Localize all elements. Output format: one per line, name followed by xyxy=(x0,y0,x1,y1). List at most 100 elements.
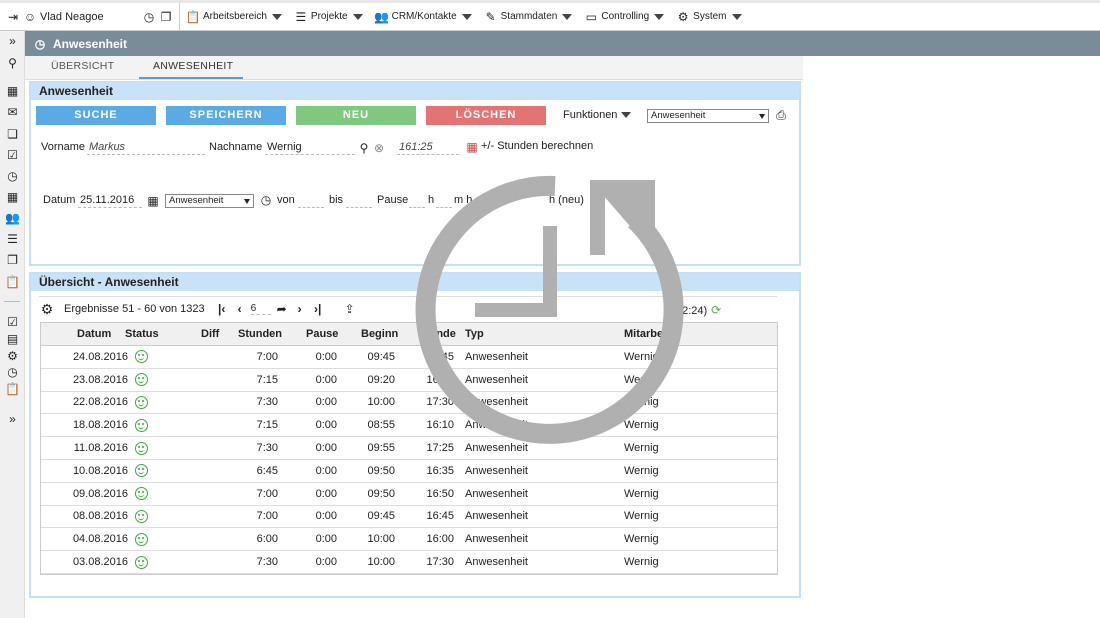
clock-icon[interactable]: ◷ xyxy=(5,364,20,379)
refresh-icon[interactable]: ⟳ xyxy=(709,303,723,317)
clipboard-icon[interactable]: 📋 xyxy=(5,381,20,396)
new-button[interactable]: NEU xyxy=(296,106,416,125)
search-icon[interactable]: ⚲ xyxy=(357,141,371,155)
print-icon[interactable]: ⎙ xyxy=(774,108,788,122)
menu-arbeitsbereich[interactable]: 📋 Arbeitsbereich xyxy=(180,3,288,30)
page-input[interactable]: 6 xyxy=(250,303,271,315)
table-row[interactable]: 10.08.2016 6:45 0:00 09:50 16:35 Anwesenheit W… xyxy=(41,460,777,483)
cell-pause: 0:00 xyxy=(315,419,337,432)
col-typ[interactable]: Typ xyxy=(465,323,484,345)
table-row[interactable]: 04.08.2016 6:00 0:00 10:00 16:00 Anwesenheit W… xyxy=(41,528,777,552)
pause-hours-input[interactable] xyxy=(409,193,425,208)
calc-hours-label[interactable]: +/- Stunden berechnen xyxy=(481,140,593,152)
menu-controlling[interactable]: ▭ Controlling xyxy=(578,3,670,30)
cell-typ: Anwesenheit xyxy=(465,373,528,386)
col-beginn[interactable]: Beginn xyxy=(361,323,398,345)
save-button[interactable]: SPEICHERN xyxy=(166,106,286,125)
mail-icon[interactable]: ✉ xyxy=(5,104,20,119)
gears-icon[interactable]: ⚙ xyxy=(5,348,20,363)
gear-icon: ⚙ xyxy=(677,9,689,24)
tab-uebersicht[interactable]: ÜBERSICHT xyxy=(51,60,114,72)
table-row[interactable]: 08.08.2016 7:00 0:00 09:45 16:45 Anwesenheit W… xyxy=(41,506,777,529)
gear-icon[interactable]: ⚙ xyxy=(40,302,54,316)
user-menu[interactable]: ⇥ ☺ Vlad Neagoe ◷ ❐ xyxy=(0,3,180,30)
last-page-icon[interactable]: ›| xyxy=(311,302,325,316)
table-row[interactable]: 22.08.2016 7:30 0:00 10:00 17:30 Anwesenheit W… xyxy=(41,392,777,415)
col-ende[interactable]: Ende xyxy=(429,323,456,345)
status-ok-icon xyxy=(135,551,148,573)
nachname-input[interactable]: Wernig xyxy=(265,140,355,155)
prev-page-icon[interactable]: ‹ xyxy=(233,302,247,316)
col-stunden[interactable]: Stunden xyxy=(238,323,282,345)
contacts-icon: 👥 xyxy=(374,9,390,24)
datum-input[interactable]: 25.11.2016 xyxy=(78,193,142,208)
tab-anwesenheit[interactable]: ANWESENHEIT xyxy=(153,60,233,72)
status-ok-icon xyxy=(135,437,148,459)
windows-icon[interactable]: ❐ xyxy=(159,10,173,24)
von-input[interactable] xyxy=(298,193,324,208)
goto-page-icon[interactable]: ➦ xyxy=(275,302,289,316)
pause-minutes-input[interactable] xyxy=(436,193,452,208)
col-mitarbeiter[interactable]: Mitarbeiter xyxy=(624,323,680,345)
table-row[interactable]: 03.08.2016 7:30 0:00 10:00 17:30 Anwesenheit W… xyxy=(41,551,777,574)
calendar-check-icon[interactable]: ☑ xyxy=(5,314,20,329)
col-datum[interactable]: Datum xyxy=(77,323,111,345)
calendar-icon[interactable]: ▦ xyxy=(465,140,479,154)
clear-icon[interactable]: ⊗ xyxy=(372,141,386,155)
export-icon[interactable]: ⇪ xyxy=(343,302,357,316)
cell-mitarbeiter: Wernig xyxy=(624,556,659,569)
results-label: Ergebnisse 51 - 60 von 1323 xyxy=(64,303,205,315)
table-row[interactable]: 24.08.2016 7:00 0:00 09:45 16:45 Anwesenheit W… xyxy=(41,346,777,369)
menu-stammdaten[interactable]: ✎ Stammdaten xyxy=(478,3,579,30)
search-icon[interactable]: ⚲ xyxy=(5,55,20,70)
menu-crm[interactable]: 👥 CRM/Kontakte xyxy=(369,3,478,30)
table-row[interactable]: 11.08.2016 7:30 0:00 09:55 17:25 Anwesenheit W… xyxy=(41,437,777,460)
total-hours-text: 12:24) xyxy=(676,305,708,317)
bis-input[interactable] xyxy=(346,193,372,208)
col-pause[interactable]: Pause xyxy=(306,323,338,345)
cell-typ: Anwesenheit xyxy=(465,350,528,363)
logout-icon[interactable]: ⇥ xyxy=(6,10,20,24)
next-page-icon[interactable]: › xyxy=(293,302,307,316)
clock-icon[interactable]: ◷ xyxy=(259,193,273,207)
delete-button[interactable]: LÖSCHEN xyxy=(426,106,546,125)
calendar-icon[interactable]: ▦ xyxy=(5,83,20,98)
menu-label: Controlling xyxy=(601,11,650,22)
expand-icon[interactable]: » xyxy=(5,411,20,426)
functions-menu[interactable]: Funktionen xyxy=(563,109,632,121)
table-row[interactable]: 09.08.2016 7:00 0:00 09:50 16:50 Anwesenheit W… xyxy=(41,483,777,506)
clock-icon[interactable]: ◷ xyxy=(142,10,156,24)
clock-icon[interactable]: ◷ xyxy=(5,168,20,183)
table-row[interactable]: 18.08.2016 7:15 0:00 08:55 16:10 Anwesenheit W… xyxy=(41,414,777,438)
status-ok-icon xyxy=(135,346,148,368)
first-page-icon[interactable]: |‹ xyxy=(215,302,229,316)
contacts-icon[interactable]: 👥 xyxy=(5,210,20,225)
search-button[interactable]: SUCHE xyxy=(36,106,156,125)
windows-icon[interactable]: ❐ xyxy=(5,252,20,267)
type-select[interactable]: Anwesenheit xyxy=(647,109,769,123)
list-icon[interactable]: ▤ xyxy=(5,331,20,346)
calendar-check-icon[interactable]: ☑ xyxy=(5,147,20,162)
cell-stunden: 7:00 xyxy=(256,510,278,523)
menu-projekte[interactable]: ☰ Projekte xyxy=(288,3,369,30)
vorname-input[interactable]: Markus xyxy=(87,140,205,155)
calendar-icon[interactable]: ▦ xyxy=(146,194,160,208)
chart-icon[interactable]: ☰ xyxy=(5,231,20,246)
page-title: Anwesenheit xyxy=(53,36,128,51)
cell-datum: 08.08.2016 xyxy=(72,510,128,523)
clock-icon: ◷ xyxy=(34,36,46,51)
bis-label: bis xyxy=(329,194,344,206)
datum-label: Datum xyxy=(43,194,76,206)
top-bar: ⇥ ☺ Vlad Neagoe ◷ ❐ 📋 Arbeitsbereich ☰ P… xyxy=(0,0,1100,31)
pause-mh-label: m h = xyxy=(454,194,482,206)
calendar-grid-icon[interactable]: ▦ xyxy=(5,189,20,204)
menu-system[interactable]: ⚙ System xyxy=(670,3,747,30)
clipboard-icon[interactable]: 📋 xyxy=(5,274,20,289)
documents-icon[interactable]: ❏ xyxy=(5,126,20,141)
entry-type-select[interactable]: Anwesenheit xyxy=(165,194,254,208)
col-diff[interactable]: Diff xyxy=(201,323,219,345)
table-row[interactable]: 23.08.2016 7:15 0:00 09:20 16:35 Anwesenheit W… xyxy=(41,369,777,392)
expand-icon[interactable]: » xyxy=(5,33,20,48)
col-status[interactable]: Status xyxy=(125,323,159,345)
cell-beginn: 09:20 xyxy=(367,373,395,386)
